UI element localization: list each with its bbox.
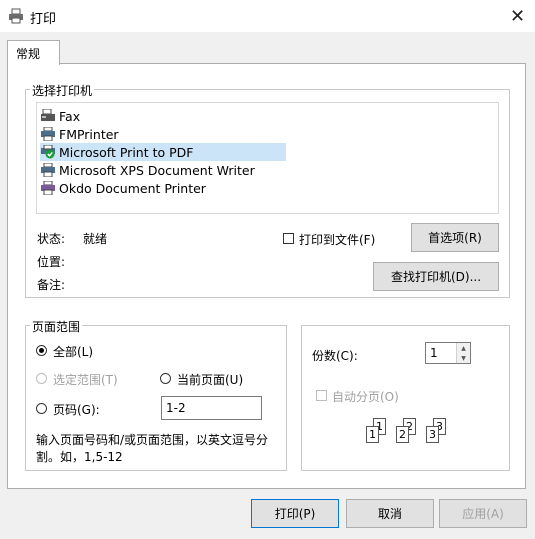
current-page-radio[interactable] (160, 373, 171, 384)
page-range-help-line1: 输入页面号码和/或页面范围，以英文逗号分 (36, 433, 269, 447)
window-title: 打印 (30, 12, 57, 27)
title-bar (0, 0, 535, 32)
print-button[interactable]: 打印(P) (251, 499, 339, 528)
copies-label: 份数(C): (312, 349, 358, 363)
location-label: 位置: (37, 255, 66, 269)
selection-radio[interactable] (36, 373, 47, 384)
copies-value: 1 (430, 346, 438, 360)
all-pages-radio[interactable] (36, 345, 47, 356)
printer-item-fmprinter[interactable]: FMPrinter (40, 125, 119, 143)
spin-up-icon[interactable]: ▲ (456, 343, 470, 353)
collate-illustration: 1 1 2 2 3 3 (360, 418, 460, 458)
find-printer-button[interactable]: 查找打印机(D)... (373, 262, 499, 291)
apply-button[interactable]: 应用(A) (439, 499, 527, 528)
comment-label: 备注: (37, 278, 66, 292)
close-icon[interactable]: ✕ (500, 0, 535, 32)
printer-icon (40, 180, 56, 196)
pages-label: 页码(G): (53, 403, 100, 417)
default-printer-icon (40, 144, 56, 159)
printer-list[interactable]: Fax FMPrinter Microsoft Print to PDF Mic… (36, 102, 499, 214)
preferences-button[interactable]: 首选项(R) (411, 223, 499, 252)
printer-item-okdo[interactable]: Okdo Document Printer (40, 179, 206, 197)
page-range-help-line2: 割。如，1,5-12 (36, 450, 123, 464)
printer-item-fax[interactable]: Fax (40, 107, 80, 125)
collate-page: 1 (366, 426, 379, 443)
printer-icon (8, 8, 24, 24)
selection-label: 选定范围(T) (53, 373, 118, 387)
printer-item-microsoft-print-to-pdf[interactable]: Microsoft Print to PDF (40, 143, 286, 161)
print-to-file-label: 打印到文件(F) (299, 233, 376, 247)
printer-icon (40, 162, 56, 178)
status-value: 就绪 (83, 232, 108, 246)
collate-page: 3 (426, 426, 439, 443)
all-pages-label: 全部(L) (53, 345, 94, 359)
fax-icon (40, 108, 56, 123)
printer-icon (40, 126, 56, 142)
cancel-button[interactable]: 取消 (346, 499, 434, 528)
printer-item-microsoft-xps[interactable]: Microsoft XPS Document Writer (40, 161, 255, 179)
current-page-label: 当前页面(U) (177, 373, 244, 387)
tab-general[interactable]: 常规 (7, 40, 60, 65)
copies-spinner[interactable]: 1 ▲ ▼ (425, 342, 471, 364)
page-range-label: 页面范围 (30, 318, 83, 335)
select-printer-label: 选择打印机 (30, 82, 95, 99)
collate-page: 2 (396, 426, 409, 443)
pages-radio[interactable] (36, 403, 47, 414)
pages-input[interactable]: 1-2 (161, 396, 262, 420)
collate-checkbox[interactable] (316, 390, 327, 401)
spin-down-icon[interactable]: ▼ (456, 353, 470, 363)
print-to-file-checkbox[interactable] (283, 233, 294, 244)
status-label: 状态: (37, 232, 66, 246)
collate-label: 自动分页(O) (332, 390, 399, 404)
